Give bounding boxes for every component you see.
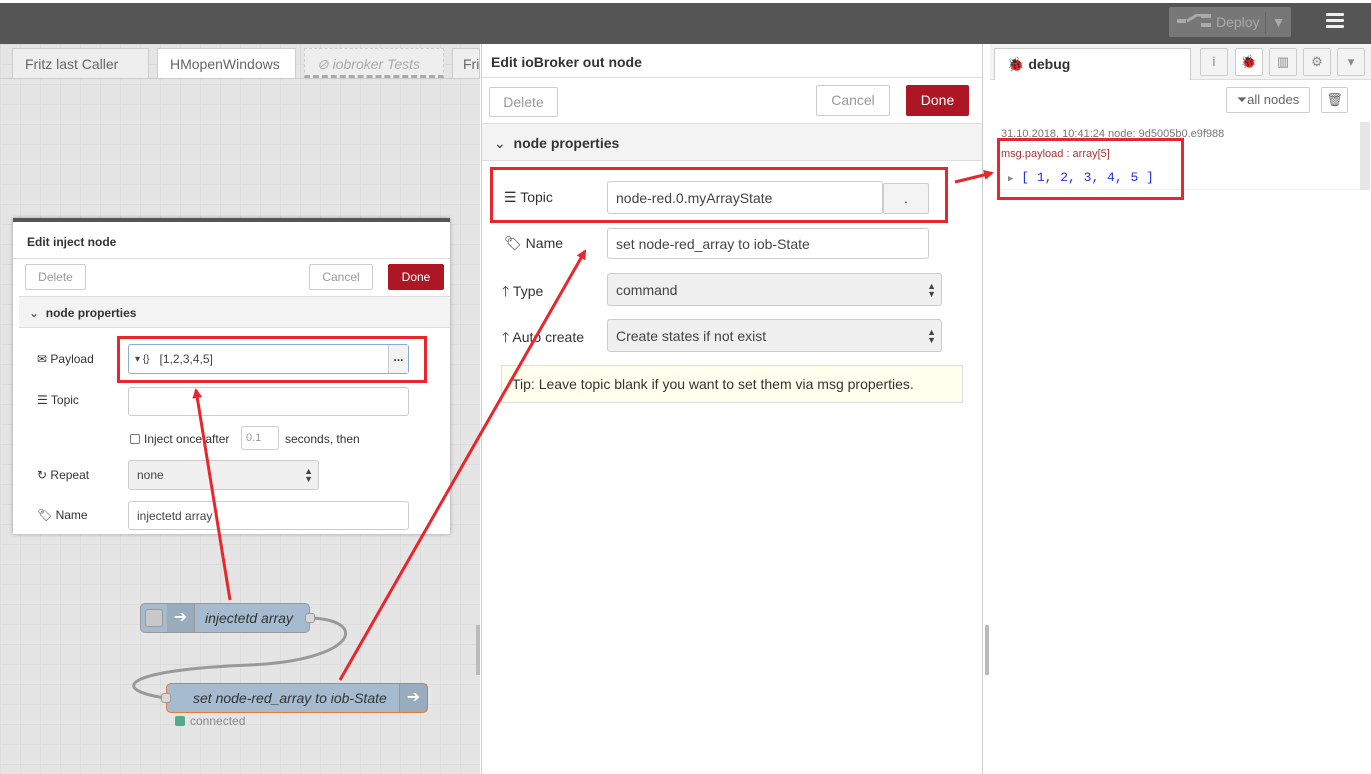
annotation-arrow <box>192 388 232 601</box>
annotation-arrow <box>338 249 587 681</box>
annotation-arrows <box>192 170 994 681</box>
annotation-arrow <box>954 170 994 184</box>
